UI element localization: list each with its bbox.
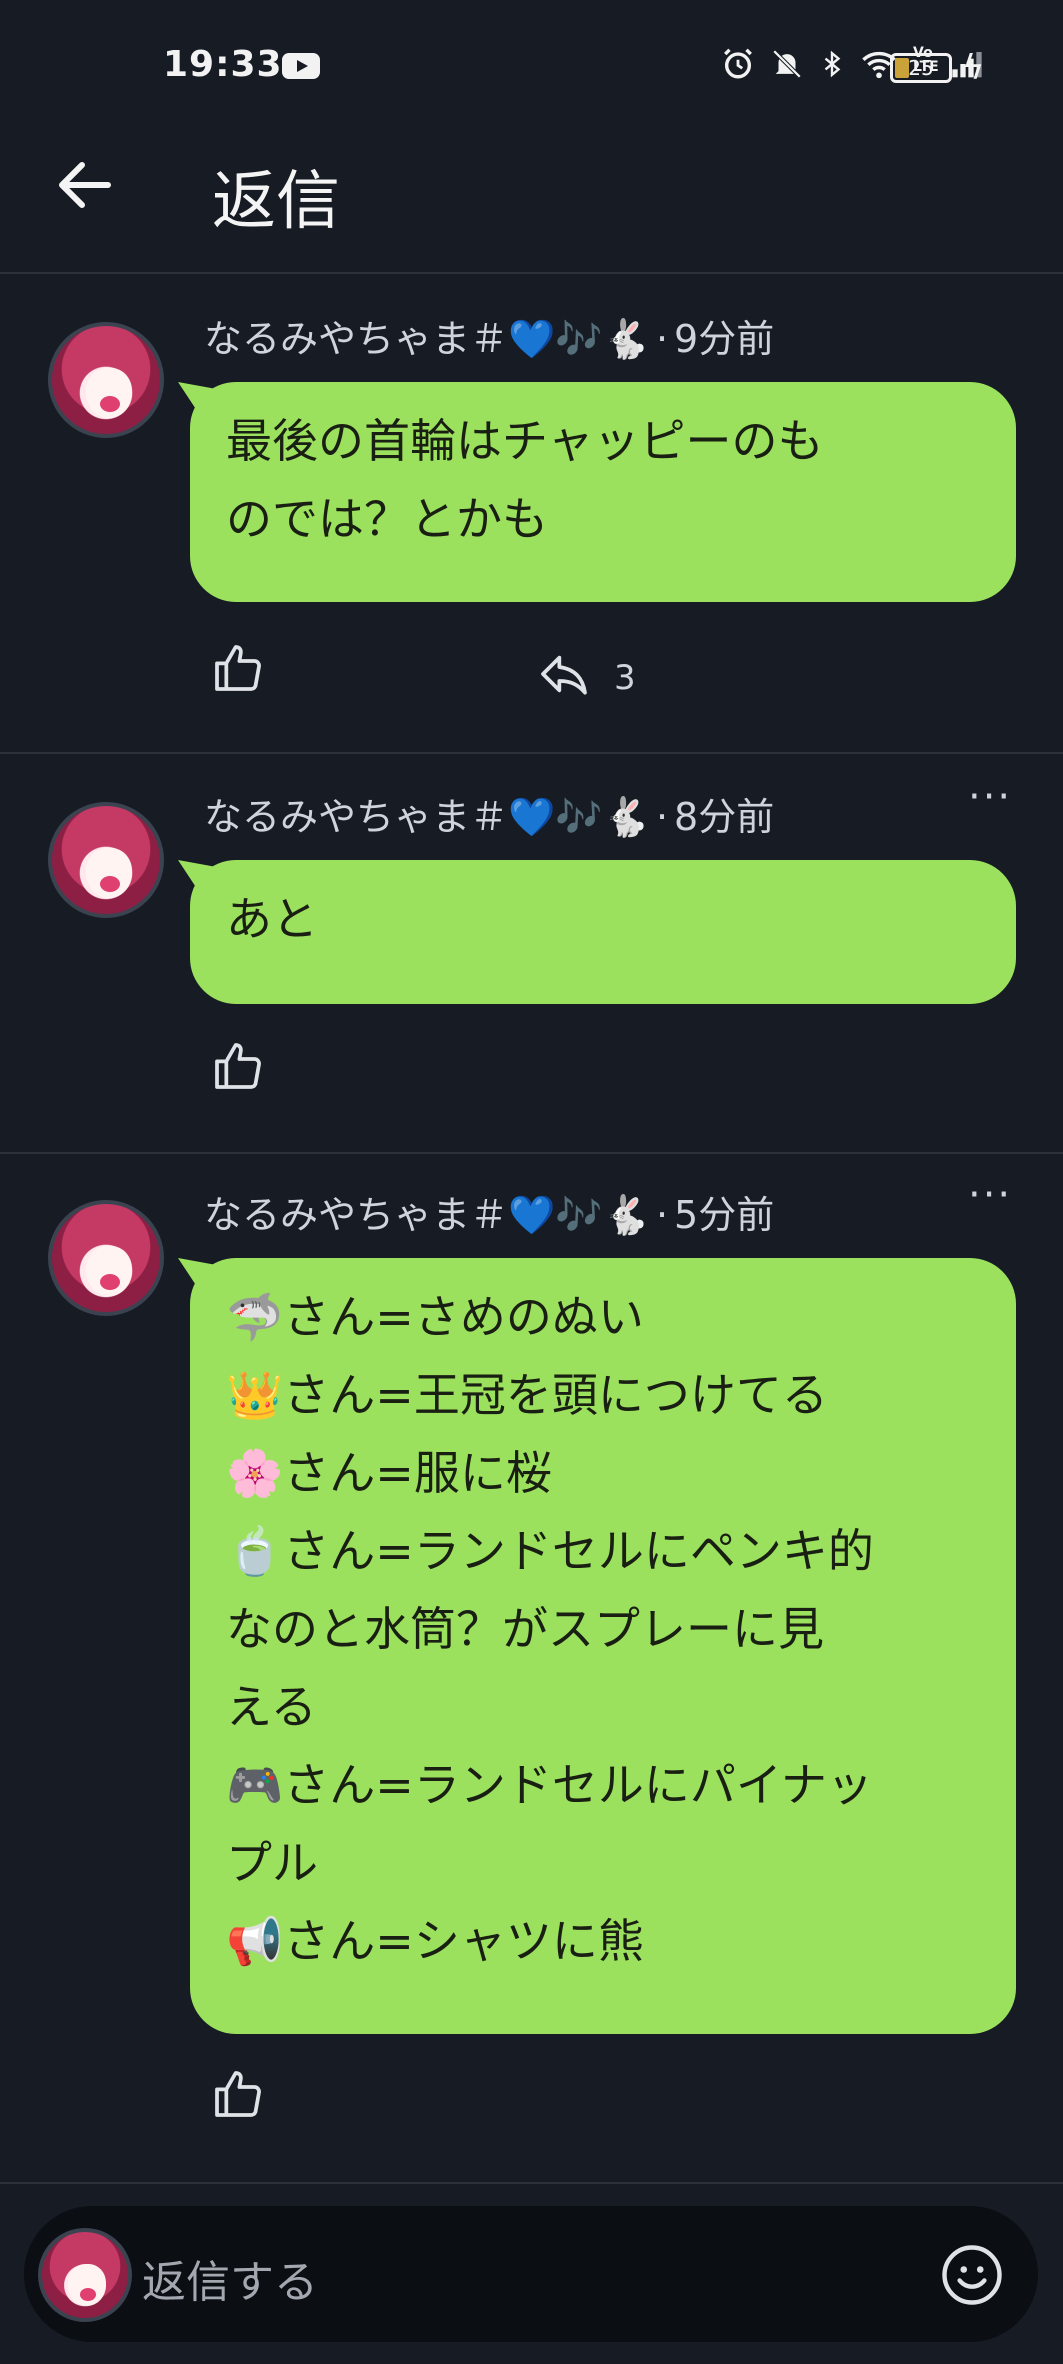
reply-meta: なるみやちゃま＃💙🎶🐇 · 8分前 (204, 795, 775, 839)
battery-icon: 25 (890, 53, 952, 83)
message-bubble: あと (190, 860, 1016, 1004)
status-bar: 19:33 Vo LTE 25 ϟ (0, 0, 1063, 134)
status-time: 19:33 (163, 44, 283, 85)
author-name[interactable]: なるみやちゃま＃💙🎶🐇 (204, 795, 650, 839)
reply-count: 3 (614, 658, 636, 698)
author-name[interactable]: なるみやちゃま＃💙🎶🐇 (204, 317, 650, 361)
timestamp: 8分前 (674, 795, 775, 839)
thumbs-up-icon[interactable] (210, 2066, 266, 2122)
mute-icon (772, 49, 802, 79)
reply-meta: なるみやちゃま＃💙🎶🐇 · 5分前 (204, 1193, 775, 1237)
avatar (38, 2228, 132, 2322)
page-title: 返信 (212, 165, 340, 239)
avatar[interactable] (48, 802, 164, 918)
thumbs-up-icon[interactable] (210, 640, 266, 696)
more-options-icon[interactable]: ··· (968, 774, 1012, 820)
charging-icon: ϟ (962, 48, 985, 88)
reply-icon[interactable] (535, 646, 593, 702)
alarm-icon (724, 48, 752, 79)
reply-composer[interactable]: 返信する (24, 2206, 1038, 2342)
youtube-icon (282, 53, 320, 79)
message-bubble: 🦈さん=さめのぬい 👑さん=王冠を頭につけてる 🌸さん=服に桜 🍵さん=ランドセ… (190, 1258, 1016, 2034)
avatar[interactable] (48, 322, 164, 438)
author-name[interactable]: なるみやちゃま＃💙🎶🐇 (204, 1193, 650, 1237)
reply-input[interactable]: 返信する (142, 2246, 318, 2310)
timestamp: 9分前 (674, 317, 775, 361)
message-bubble: 最後の首輪はチャッピーのも のでは？とかも (190, 382, 1016, 602)
bluetooth-icon (824, 50, 841, 78)
timestamp: 5分前 (674, 1193, 775, 1237)
battery-level: 25 (908, 56, 934, 80)
reply-item: なるみやちゃま＃💙🎶🐇 · 8分前 ··· あと (0, 756, 1063, 1154)
reply-meta: なるみやちゃま＃💙🎶🐇 · 9分前 (204, 317, 775, 361)
arrow-left-icon[interactable] (50, 150, 120, 220)
avatar[interactable] (48, 1200, 164, 1316)
smiley-icon[interactable] (939, 2242, 1005, 2308)
reply-item: なるみやちゃま＃💙🎶🐇 · 9分前 最後の首輪はチャッピーのも のでは？とかも 3 (0, 276, 1063, 754)
more-options-icon[interactable]: ··· (968, 1172, 1012, 1218)
reply-item: なるみやちゃま＃💙🎶🐇 · 5分前 ··· 🦈さん=さめのぬい 👑さん=王冠を頭につ… (0, 1156, 1063, 2184)
thumbs-up-icon[interactable] (210, 1038, 266, 1094)
page-header (0, 134, 1063, 274)
